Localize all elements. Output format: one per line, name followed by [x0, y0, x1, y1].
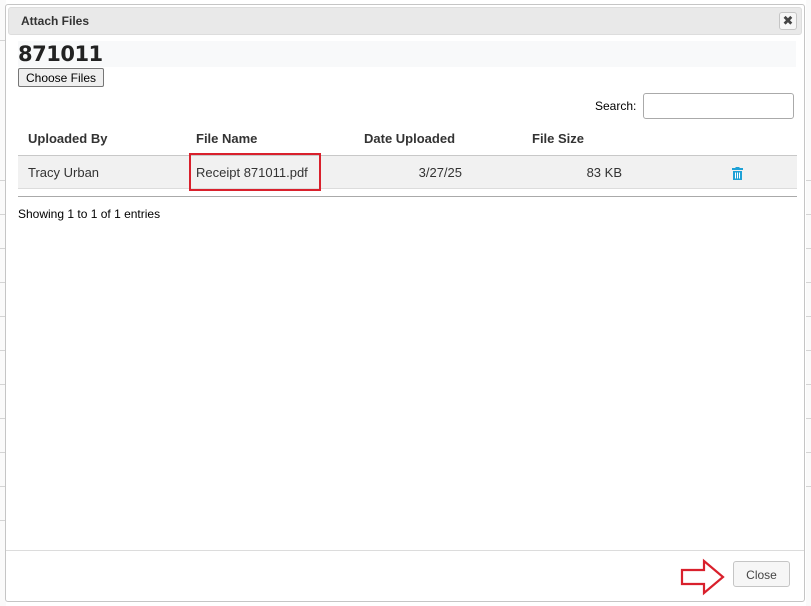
- cell-date-uploaded: 3/27/25: [354, 155, 522, 189]
- background-page-right-edge: [806, 0, 811, 606]
- close-x-icon: ✖: [782, 13, 794, 28]
- dialog-close-x-button[interactable]: ✖: [779, 12, 797, 30]
- close-button[interactable]: Close: [733, 561, 790, 587]
- file-name-highlight-annotation: [189, 153, 321, 191]
- table-info-text: Showing 1 to 1 of 1 entries: [18, 207, 161, 221]
- search-input[interactable]: [643, 93, 794, 119]
- table-row: Tracy Urban Receipt 871011.pdf 3/27/25 8…: [18, 155, 797, 189]
- attach-files-dialog: Attach Files ✖ 871011 Choose Files Searc…: [5, 4, 805, 602]
- column-header-actions: [682, 121, 797, 156]
- cell-file-size: 83 KB: [522, 155, 682, 189]
- dialog-title: Attach Files: [21, 14, 90, 28]
- column-header-file-size[interactable]: File Size: [522, 121, 682, 156]
- table-bottom-border: [18, 196, 797, 197]
- files-table: Uploaded By File Name Date Uploaded File…: [18, 121, 797, 189]
- trash-icon[interactable]: [732, 166, 743, 180]
- column-header-file-name[interactable]: File Name: [186, 121, 354, 156]
- column-header-date-uploaded[interactable]: Date Uploaded: [354, 121, 522, 156]
- heading-band: [18, 41, 796, 67]
- right-arrow-outline-icon: [680, 558, 726, 599]
- cell-uploaded-by: Tracy Urban: [18, 155, 186, 189]
- choose-files-button[interactable]: Choose Files: [18, 68, 104, 87]
- cell-actions: [682, 155, 797, 189]
- table-header-row: Uploaded By File Name Date Uploaded File…: [18, 121, 797, 156]
- dialog-titlebar: Attach Files ✖: [8, 7, 802, 35]
- document-number-heading: 871011: [18, 42, 103, 66]
- search-label: Search:: [595, 99, 637, 113]
- footer-separator: [6, 550, 804, 551]
- column-header-uploaded-by[interactable]: Uploaded By: [18, 121, 186, 156]
